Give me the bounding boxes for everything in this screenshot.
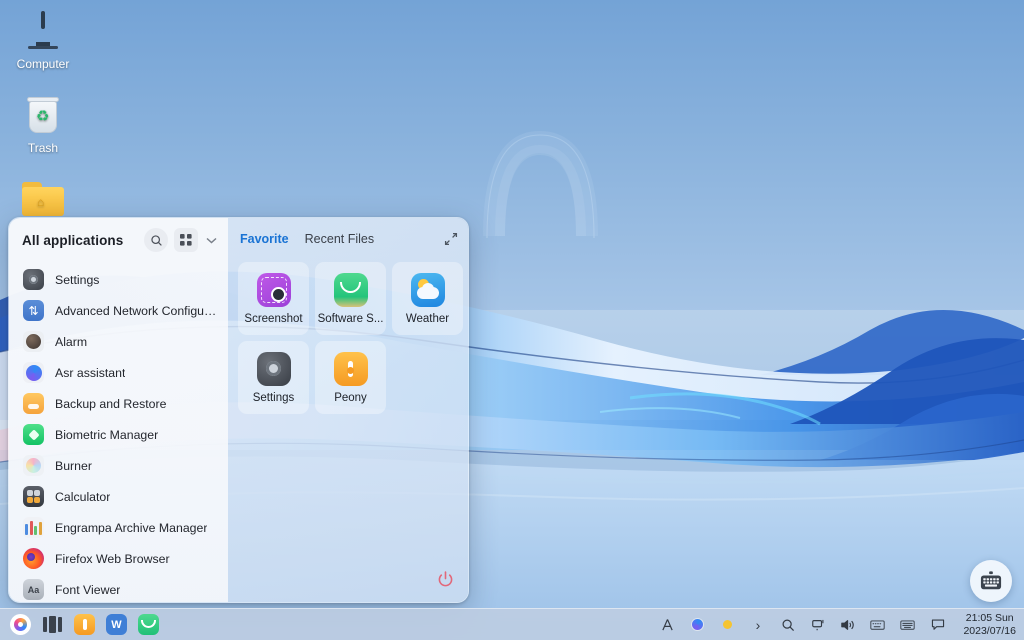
app-label: Advanced Network Configura... (55, 303, 220, 318)
taskbar: W › 21:05 Sun 2023/07/16 (0, 608, 1024, 640)
tab-recent-files[interactable]: Recent Files (305, 232, 374, 247)
app-list-item-calculator[interactable]: Calculator (9, 481, 228, 512)
tab-favorite[interactable]: Favorite (240, 232, 289, 247)
taskbar-pinned-apps: W (0, 614, 159, 635)
start-menu: All applications Settings ⇅ Advanced Net… (8, 217, 469, 603)
peony-taskbar-button[interactable] (74, 614, 95, 635)
chevron-down-icon[interactable] (204, 237, 218, 244)
desktop-icon-label: Trash (27, 141, 59, 155)
asr-assistant-icon (23, 362, 44, 383)
app-label: Biometric Manager (55, 427, 159, 442)
favorite-label: Peony (334, 391, 367, 404)
app-label: Engrampa Archive Manager (55, 520, 208, 535)
settings-icon (256, 351, 291, 386)
tray-volume-icon[interactable] (839, 616, 856, 633)
app-list-item-settings[interactable]: Settings (9, 264, 228, 295)
app-list-item-engrampa-archive-manager[interactable]: Engrampa Archive Manager (9, 512, 228, 543)
task-view-button[interactable] (42, 614, 63, 635)
app-label: Alarm (55, 334, 88, 349)
start-menu-right-panel: Favorite Recent Files Screenshot Softwar… (228, 218, 468, 602)
desktop-icon-computer[interactable]: Computer (0, 8, 86, 71)
burner-icon (23, 455, 44, 476)
desktop-icon-label: Computer (16, 57, 70, 71)
search-icon[interactable] (144, 228, 168, 252)
page-title: All applications (22, 232, 124, 248)
application-list[interactable]: Settings ⇅ Advanced Network Configura...… (9, 262, 228, 602)
tray-search-icon[interactable] (779, 616, 796, 633)
mail-button[interactable] (138, 614, 159, 635)
app-list-item-backup-and-restore[interactable]: Backup and Restore (9, 388, 228, 419)
favorite-tile-peony[interactable]: Peony (315, 341, 386, 414)
app-list-item-firefox-web-browser[interactable]: Firefox Web Browser (9, 543, 228, 574)
archive-icon (23, 517, 44, 538)
tray-keyboard-icon[interactable] (869, 616, 886, 633)
favorite-tile-software-store[interactable]: Software S... (315, 262, 386, 335)
app-label: Font Viewer (55, 582, 121, 597)
mesh-arch (483, 130, 598, 239)
system-tray: › 21:05 Sun 2023/07/16 (659, 612, 1024, 638)
firefox-icon (23, 548, 44, 569)
wps-office-button[interactable]: W (106, 614, 127, 635)
favorite-tile-settings[interactable]: Settings (238, 341, 309, 414)
app-label: Settings (55, 272, 100, 287)
network-transfer-icon: ⇅ (23, 300, 44, 321)
alarm-icon (23, 331, 44, 352)
power-button[interactable] (432, 566, 458, 592)
weather-icon (410, 272, 445, 307)
settings-icon (23, 269, 44, 290)
start-button[interactable] (10, 614, 31, 635)
biometric-icon (23, 424, 44, 445)
desktop-icon-trash[interactable]: ♻ Trash (0, 92, 86, 155)
clock-time: 21:05 Sun (965, 611, 1014, 624)
app-label: Calculator (55, 489, 111, 504)
virtual-keyboard-widget[interactable] (970, 560, 1012, 602)
backup-restore-icon (23, 393, 44, 414)
tray-network-icon[interactable] (809, 616, 826, 633)
favorite-tile-screenshot[interactable]: Screenshot (238, 262, 309, 335)
tray-chevron-right-icon[interactable]: › (749, 616, 766, 633)
calculator-icon (23, 486, 44, 507)
app-list-item-asr-assistant[interactable]: Asr assistant (9, 357, 228, 388)
app-label: Backup and Restore (55, 396, 167, 411)
trash-icon: ♻ (0, 92, 86, 138)
tray-message-icon[interactable] (929, 616, 946, 633)
clock-date: 2023/07/16 (963, 624, 1016, 637)
favorite-label: Software S... (317, 312, 384, 325)
tray-ime-icon[interactable] (659, 616, 676, 633)
peony-icon (333, 351, 368, 386)
tray-input-panel-icon[interactable] (899, 616, 916, 633)
all-applications-header: All applications (9, 218, 228, 262)
expand-icon[interactable] (442, 230, 460, 248)
start-menu-left-panel: All applications Settings ⇅ Advanced Net… (9, 218, 228, 602)
home-folder-icon: ⌂ (0, 176, 86, 222)
favorite-label: Weather (405, 312, 450, 325)
screenshot-icon (256, 272, 291, 307)
desktop: Computer ♻ Trash ⌂ All applications Sett… (0, 0, 1024, 640)
tray-notice-dot-icon[interactable] (719, 616, 736, 633)
favorites-grid: Screenshot Software S... Weather Setting… (228, 260, 468, 414)
app-label: Asr assistant (55, 365, 126, 380)
font-viewer-icon: Aa (23, 579, 44, 600)
app-list-item-alarm[interactable]: Alarm (9, 326, 228, 357)
favorite-label: Settings (252, 391, 295, 404)
software-store-icon (333, 272, 368, 307)
computer-icon (0, 8, 86, 54)
grid-view-icon[interactable] (174, 228, 198, 252)
app-label: Firefox Web Browser (55, 551, 170, 566)
app-list-item-font-viewer[interactable]: Aa Font Viewer (9, 574, 228, 602)
right-panel-tabs: Favorite Recent Files (228, 218, 468, 260)
app-list-item-burner[interactable]: Burner (9, 450, 228, 481)
favorite-tile-weather[interactable]: Weather (392, 262, 463, 335)
app-label: Burner (55, 458, 92, 473)
app-list-item-advanced-network-configuration[interactable]: ⇅ Advanced Network Configura... (9, 295, 228, 326)
app-list-item-biometric-manager[interactable]: Biometric Manager (9, 419, 228, 450)
tray-assistant-icon[interactable] (689, 616, 706, 633)
virtual-keyboard-icon (980, 571, 1002, 590)
favorite-label: Screenshot (244, 312, 303, 325)
taskbar-clock[interactable]: 21:05 Sun 2023/07/16 (959, 612, 1016, 638)
